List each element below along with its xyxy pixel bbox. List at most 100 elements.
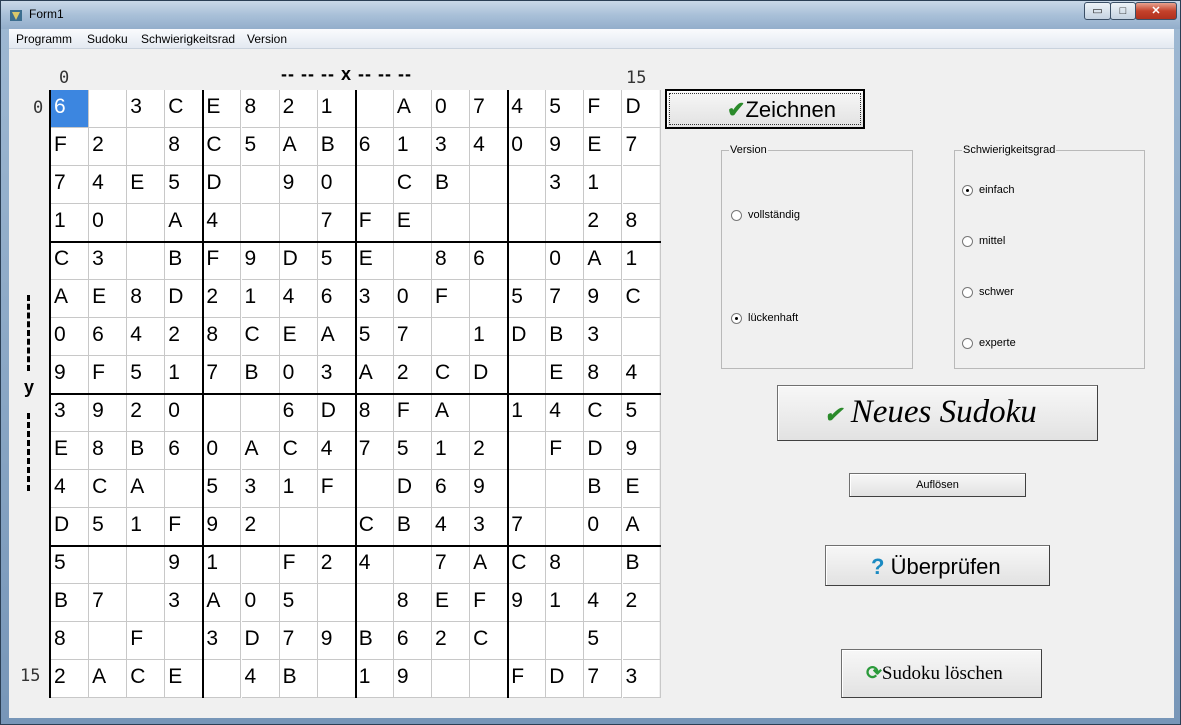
grid-cell[interactable]: 5 — [165, 166, 204, 204]
grid-cell[interactable]: 0 — [203, 432, 242, 470]
grid-cell[interactable]: 6 — [393, 622, 432, 660]
grid-cell[interactable]: D — [279, 242, 318, 280]
grid-cell[interactable]: 0 — [432, 90, 471, 128]
grid-cell[interactable]: 5 — [508, 280, 547, 318]
grid-cell[interactable]: A — [393, 90, 432, 128]
grid-cell[interactable]: 2 — [279, 90, 318, 128]
grid-cell[interactable]: F — [508, 660, 547, 698]
grid-cell[interactable]: 6 — [51, 90, 90, 128]
grid-cell[interactable]: 6 — [355, 128, 394, 166]
version-radio[interactable]: lückenhaft — [731, 312, 798, 324]
grid-cell[interactable]: D — [622, 90, 661, 128]
grid-cell[interactable] — [508, 166, 547, 204]
grid-cell[interactable]: 6 — [279, 394, 318, 432]
grid-cell[interactable]: D — [317, 394, 356, 432]
grid-cell[interactable]: 7 — [584, 660, 623, 698]
grid-cell[interactable]: 9 — [89, 394, 128, 432]
grid-cell[interactable]: 9 — [470, 470, 509, 508]
grid-cell[interactable]: 2 — [622, 584, 661, 622]
grid-cell[interactable]: 0 — [165, 394, 204, 432]
grid-cell[interactable] — [508, 470, 547, 508]
grid-cell[interactable]: 5 — [622, 394, 661, 432]
radio-indicator[interactable] — [731, 312, 742, 324]
grid-cell[interactable] — [470, 166, 509, 204]
grid-cell[interactable]: 6 — [165, 432, 204, 470]
grid-cell[interactable]: 3 — [432, 128, 471, 166]
grid-cell[interactable] — [241, 394, 280, 432]
grid-cell[interactable] — [355, 166, 394, 204]
grid-cell[interactable]: 2 — [584, 204, 623, 242]
grid-cell[interactable] — [546, 622, 585, 660]
grid-cell[interactable]: 2 — [51, 660, 90, 698]
version-radio[interactable]: vollständig — [731, 209, 800, 221]
grid-cell[interactable]: 5 — [51, 546, 90, 584]
grid-cell[interactable]: 7 — [546, 280, 585, 318]
radio-indicator[interactable] — [962, 184, 973, 196]
grid-cell[interactable]: 1 — [279, 470, 318, 508]
grid-cell[interactable]: A — [584, 242, 623, 280]
grid-cell[interactable]: 1 — [317, 90, 356, 128]
grid-cell[interactable]: 9 — [508, 584, 547, 622]
grid-cell[interactable]: 2 — [127, 394, 166, 432]
grid-cell[interactable]: 4 — [432, 508, 471, 546]
aufloesen-button[interactable]: Auflösen — [849, 473, 1026, 497]
zeichnen-button[interactable]: ✔Zeichnen — [665, 89, 865, 129]
grid-cell[interactable]: 0 — [584, 508, 623, 546]
grid-cell[interactable]: C — [279, 432, 318, 470]
grid-cell[interactable]: F — [470, 584, 509, 622]
grid-cell[interactable]: 1 — [508, 394, 547, 432]
grid-cell[interactable]: 9 — [317, 622, 356, 660]
difficulty-radio[interactable]: einfach — [962, 184, 1014, 196]
grid-cell[interactable]: 1 — [51, 204, 90, 242]
grid-cell[interactable]: B — [241, 356, 280, 394]
grid-cell[interactable]: D — [241, 622, 280, 660]
grid-cell[interactable]: A — [470, 546, 509, 584]
grid-cell[interactable]: F — [432, 280, 471, 318]
grid-cell[interactable]: A — [165, 204, 204, 242]
grid-cell[interactable]: E — [393, 204, 432, 242]
grid-cell[interactable] — [584, 546, 623, 584]
grid-cell[interactable] — [355, 584, 394, 622]
grid-cell[interactable] — [508, 242, 547, 280]
grid-cell[interactable]: 1 — [355, 660, 394, 698]
grid-cell[interactable]: E — [51, 432, 90, 470]
grid-cell[interactable] — [127, 204, 166, 242]
grid-cell[interactable]: 9 — [546, 128, 585, 166]
grid-cell[interactable]: B — [51, 584, 90, 622]
grid-cell[interactable]: 4 — [279, 280, 318, 318]
grid-cell[interactable]: E — [584, 128, 623, 166]
grid-cell[interactable] — [470, 280, 509, 318]
grid-cell[interactable] — [203, 660, 242, 698]
grid-cell[interactable]: C — [127, 660, 166, 698]
grid-cell[interactable]: 7 — [203, 356, 242, 394]
grid-cell[interactable]: 8 — [203, 318, 242, 356]
grid-cell[interactable]: 2 — [165, 318, 204, 356]
grid-cell[interactable]: B — [546, 318, 585, 356]
grid-cell[interactable]: 7 — [622, 128, 661, 166]
grid-cell[interactable]: 5 — [546, 90, 585, 128]
grid-cell[interactable]: 3 — [317, 356, 356, 394]
grid-cell[interactable]: C — [241, 318, 280, 356]
grid-cell[interactable] — [279, 508, 318, 546]
grid-cell[interactable]: 4 — [317, 432, 356, 470]
grid-cell[interactable]: A — [89, 660, 128, 698]
grid-cell[interactable]: 2 — [317, 546, 356, 584]
grid-cell[interactable]: C — [470, 622, 509, 660]
grid-cell[interactable]: B — [355, 622, 394, 660]
grid-cell[interactable] — [127, 584, 166, 622]
maximize-button[interactable]: □ — [1110, 2, 1136, 20]
grid-cell[interactable]: 9 — [279, 166, 318, 204]
grid-cell[interactable]: F — [89, 356, 128, 394]
grid-cell[interactable]: 4 — [51, 470, 90, 508]
grid-cell[interactable]: E — [165, 660, 204, 698]
grid-cell[interactable]: C — [508, 546, 547, 584]
grid-cell[interactable]: A — [241, 432, 280, 470]
grid-cell[interactable]: 3 — [165, 584, 204, 622]
grid-cell[interactable]: C — [203, 128, 242, 166]
grid-cell[interactable]: 8 — [165, 128, 204, 166]
grid-cell[interactable]: 5 — [279, 584, 318, 622]
grid-cell[interactable]: 7 — [432, 546, 471, 584]
grid-cell[interactable]: F — [279, 546, 318, 584]
grid-cell[interactable]: 1 — [165, 356, 204, 394]
grid-cell[interactable]: B — [165, 242, 204, 280]
